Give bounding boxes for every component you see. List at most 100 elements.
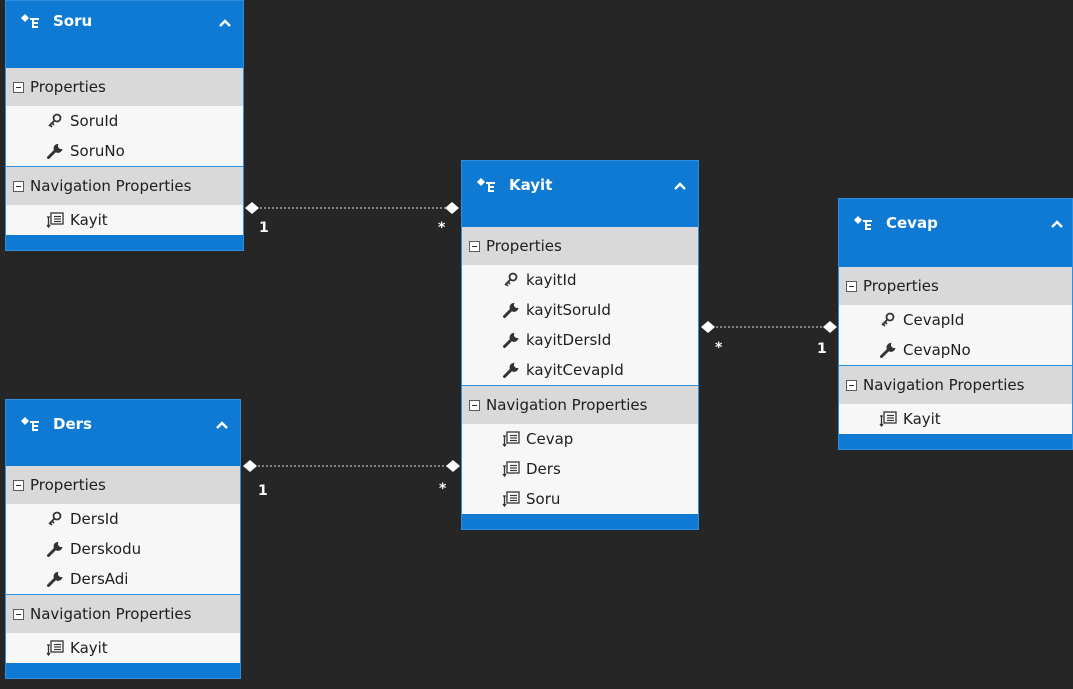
entity-soru[interactable]: Soru Properties SoruId SoruNo Navigation… (5, 0, 244, 251)
navigation-property-icon (46, 640, 64, 656)
entity-kayit[interactable]: Kayit Properties kayitId kayitSoruId kay… (461, 160, 699, 530)
property-name: Cevap (526, 430, 574, 448)
wrench-icon (880, 342, 896, 358)
wrench-icon (503, 362, 519, 378)
navigation-property-row[interactable]: Cevap (462, 424, 698, 454)
property-row[interactable]: kayitId (462, 265, 698, 295)
section-navigation-properties[interactable]: Navigation Properties (462, 386, 698, 424)
property-name: SoruNo (70, 142, 125, 160)
property-row[interactable]: Derskodu (6, 534, 240, 564)
association-soru-kayit[interactable] (245, 202, 459, 214)
multiplicity-label: 1 (817, 341, 827, 357)
section-label: Properties (486, 237, 562, 255)
property-name: SoruId (70, 112, 119, 130)
entity-type-icon (477, 178, 495, 192)
entity-body: Properties SoruId SoruNo Navigation Prop… (6, 68, 243, 235)
section-label: Navigation Properties (30, 177, 192, 195)
collapse-chevron-icon[interactable] (673, 180, 687, 192)
section-label: Properties (30, 78, 106, 96)
property-name: kayitCevapId (526, 361, 624, 379)
section-properties[interactable]: Properties (6, 466, 240, 504)
diagram-canvas: 1 * 1 * * 1 Soru Properties SoruId SoruN… (0, 0, 1073, 689)
entity-title: Cevap (886, 214, 938, 232)
wrench-icon (47, 541, 63, 557)
section-navigation-properties[interactable]: Navigation Properties (839, 366, 1072, 404)
property-name: Derskodu (70, 540, 142, 558)
association-end-diamond (701, 321, 715, 333)
navigation-property-row[interactable]: Kayit (6, 205, 243, 235)
entity-type-icon (854, 216, 872, 230)
navigation-property-icon (502, 431, 520, 447)
property-name: CevapNo (903, 341, 971, 359)
entity-footer (839, 434, 1072, 449)
association-ders-kayit[interactable] (243, 460, 460, 472)
property-row[interactable]: CevapId (839, 305, 1072, 335)
entity-header[interactable]: Ders (6, 400, 240, 466)
navigation-property-icon (502, 491, 520, 507)
entity-title: Kayit (509, 176, 553, 194)
association-kayit-cevap[interactable] (701, 321, 837, 333)
navigation-property-row[interactable]: Ders (462, 454, 698, 484)
property-name: kayitDersId (526, 331, 612, 349)
property-name: Kayit (903, 410, 941, 428)
entity-cevap[interactable]: Cevap Properties CevapId CevapNo Navigat… (838, 198, 1073, 450)
property-row[interactable]: DersAdi (6, 564, 240, 594)
section-label: Navigation Properties (486, 396, 648, 414)
collapse-chevron-icon[interactable] (218, 17, 232, 29)
entity-body: Properties kayitId kayitSoruId kayitDers… (462, 227, 698, 514)
section-properties[interactable]: Properties (839, 267, 1072, 305)
collapse-toggle-icon[interactable] (13, 608, 24, 620)
navigation-property-row[interactable]: Soru (462, 484, 698, 514)
multiplicity-label: * (438, 220, 446, 236)
property-name: Kayit (70, 639, 108, 657)
association-end-diamond (243, 460, 257, 472)
property-row[interactable]: kayitCevapId (462, 355, 698, 385)
collapse-toggle-icon[interactable] (13, 180, 24, 192)
section-label: Properties (30, 476, 106, 494)
navigation-property-icon (502, 461, 520, 477)
property-name: kayitSoruId (526, 301, 611, 319)
association-end-diamond (823, 321, 837, 333)
navigation-property-row[interactable]: Kayit (6, 633, 240, 663)
entity-header[interactable]: Kayit (462, 161, 698, 227)
section-properties[interactable]: Properties (462, 227, 698, 265)
entity-type-icon (21, 417, 39, 431)
property-row[interactable]: SoruNo (6, 136, 243, 166)
collapse-toggle-icon[interactable] (469, 240, 480, 252)
collapse-toggle-icon[interactable] (13, 479, 24, 491)
section-label: Properties (863, 277, 939, 295)
property-row[interactable]: DersId (6, 504, 240, 534)
navigation-property-row[interactable]: Kayit (839, 404, 1072, 434)
entity-footer (6, 663, 240, 678)
wrench-icon (47, 571, 63, 587)
entity-title: Ders (53, 415, 92, 433)
key-icon (881, 312, 895, 327)
section-navigation-properties[interactable]: Navigation Properties (6, 167, 243, 205)
property-row[interactable]: CevapNo (839, 335, 1072, 365)
key-icon (48, 113, 62, 128)
property-name: Kayit (70, 211, 108, 229)
entity-ders[interactable]: Ders Properties DersId Derskodu DersAdi … (5, 399, 241, 679)
collapse-toggle-icon[interactable] (846, 280, 857, 292)
collapse-toggle-icon[interactable] (846, 379, 857, 391)
association-end-diamond (445, 202, 459, 214)
entity-title: Soru (53, 12, 93, 30)
property-name: kayitId (526, 271, 577, 289)
collapse-chevron-icon[interactable] (1050, 218, 1064, 230)
section-properties[interactable]: Properties (6, 68, 243, 106)
wrench-icon (503, 332, 519, 348)
entity-header[interactable]: Cevap (839, 199, 1072, 267)
collapse-toggle-icon[interactable] (13, 81, 24, 93)
property-row[interactable]: kayitDersId (462, 325, 698, 355)
association-end-diamond (446, 460, 460, 472)
wrench-icon (503, 302, 519, 318)
property-row[interactable]: kayitSoruId (462, 295, 698, 325)
multiplicity-label: 1 (259, 220, 269, 236)
collapse-toggle-icon[interactable] (469, 399, 480, 411)
collapse-chevron-icon[interactable] (215, 419, 229, 431)
section-navigation-properties[interactable]: Navigation Properties (6, 595, 240, 633)
property-name: Soru (526, 490, 561, 508)
property-row[interactable]: SoruId (6, 106, 243, 136)
entity-header[interactable]: Soru (6, 1, 243, 68)
section-label: Navigation Properties (863, 376, 1025, 394)
